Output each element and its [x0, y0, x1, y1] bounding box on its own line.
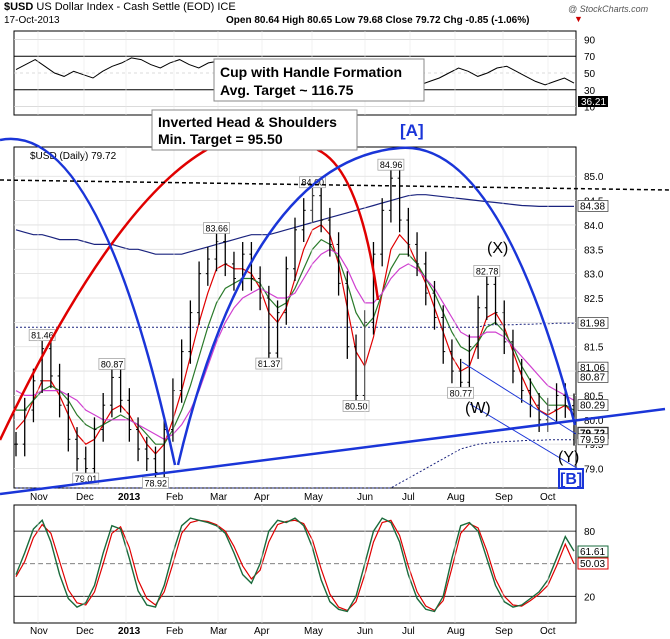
- x-axis-month-label: Aug: [447, 492, 465, 503]
- price-point-label: 81.37: [258, 359, 281, 369]
- x-axis-month-label: Apr: [254, 626, 270, 637]
- right-edge-value-labels: 84.3881.9881.0680.8780.2979.7279.59: [577, 200, 609, 446]
- price-point-label: 80.87: [101, 359, 124, 369]
- x-axis-month-label: Jun: [357, 492, 373, 503]
- chart-canvas: 9070503010 36.21 $USD (Daily) 79.72 79.0…: [0, 30, 670, 637]
- price-tick-label: 79.0: [584, 465, 604, 476]
- price-tick-label: 83.0: [584, 270, 604, 281]
- x-axis-month-label: May: [304, 492, 323, 503]
- x-axis-month-label: Jul: [402, 626, 415, 637]
- x-axis-month-label: May: [304, 626, 323, 637]
- stochastic-panel: 805020 61.61 50.03: [13, 504, 609, 624]
- price-point-label: 80.50: [345, 401, 368, 411]
- price-point-label: 84.96: [380, 160, 403, 170]
- right-value-label: 80.29: [580, 401, 605, 412]
- wave-label-y: (Y): [558, 449, 579, 466]
- price-panel-title: $USD (Daily) 79.72: [30, 151, 117, 162]
- x-axis-month-label: Aug: [447, 626, 465, 637]
- x-axis-month-label: Dec: [76, 492, 94, 503]
- x-axis-month-label: Dec: [76, 626, 94, 637]
- price-tick-label: 83.5: [584, 245, 604, 256]
- rsi-last-value-tag: 36.21: [578, 96, 608, 108]
- rsi-tick-label: 30: [584, 86, 596, 97]
- x-axis-month-label: Jul: [402, 492, 415, 503]
- stochastic-last-value-tags: 61.61 50.03: [577, 545, 609, 570]
- stochastic-k-value-label: 61.61: [580, 547, 605, 558]
- wave-label-b: [B]: [560, 471, 582, 488]
- cup-annotation-line-1: Cup with Handle Formation: [220, 64, 402, 80]
- right-value-label: 80.87: [580, 372, 605, 383]
- x-axis-month-label: Apr: [254, 492, 270, 503]
- x-axis-month-label: Nov: [30, 626, 48, 637]
- wave-label-x: (X): [487, 240, 508, 257]
- price-point-label: 78.92: [145, 478, 168, 488]
- x-axis-month-label: Oct: [540, 492, 556, 503]
- price-tick-label: 81.5: [584, 343, 604, 354]
- x-axis-month-label: Sep: [495, 626, 513, 637]
- price-tick-label: 85.0: [584, 172, 604, 183]
- ihs-annotation-line-2: Min. Target = 95.50: [158, 131, 283, 147]
- x-axis-month-label: Jun: [357, 626, 373, 637]
- rsi-tick-label: 90: [584, 35, 596, 46]
- wave-label-a: [A]: [400, 121, 424, 140]
- x-axis-month-label: Nov: [30, 492, 48, 503]
- price-point-label: 80.77: [450, 388, 473, 398]
- price-point-label: 82.78: [476, 266, 499, 276]
- x-axis-month-label: Mar: [210, 492, 228, 503]
- price-point-label: 83.66: [206, 224, 229, 234]
- rsi-tick-label: 70: [584, 52, 596, 63]
- wave-label-w: (W): [465, 400, 491, 417]
- stochastic-d-value-label: 50.03: [580, 559, 605, 570]
- x-axis-month-label: Oct: [540, 626, 556, 637]
- stochastic-tick-label: 20: [584, 592, 596, 603]
- price-tick-label: 82.5: [584, 294, 604, 305]
- x-axis-month-label: Sep: [495, 492, 513, 503]
- stochastic-tick-label: 80: [584, 527, 596, 538]
- rsi-last-value-label: 36.21: [581, 97, 606, 108]
- rsi-tick-label: 50: [584, 69, 596, 80]
- x-axis-month-label: 2013: [118, 626, 141, 637]
- ihs-annotation-line-1: Inverted Head & Shoulders: [158, 114, 337, 130]
- x-axis-month-label: 2013: [118, 492, 141, 503]
- price-frame: [13, 146, 577, 489]
- x-axis-month-label: Feb: [166, 492, 184, 503]
- x-axis-month-label: Feb: [166, 626, 184, 637]
- price-tick-label: 84.0: [584, 221, 604, 232]
- x-axis-month-label: Mar: [210, 626, 228, 637]
- right-value-label: 84.38: [580, 201, 605, 212]
- right-value-label: 81.98: [580, 318, 605, 329]
- right-value-label: 79.59: [580, 435, 605, 446]
- cup-annotation-line-2: Avg. Target ~ 116.75: [220, 82, 354, 98]
- price-panel: $USD (Daily) 79.72 79.079.580.080.581.08…: [13, 146, 609, 489]
